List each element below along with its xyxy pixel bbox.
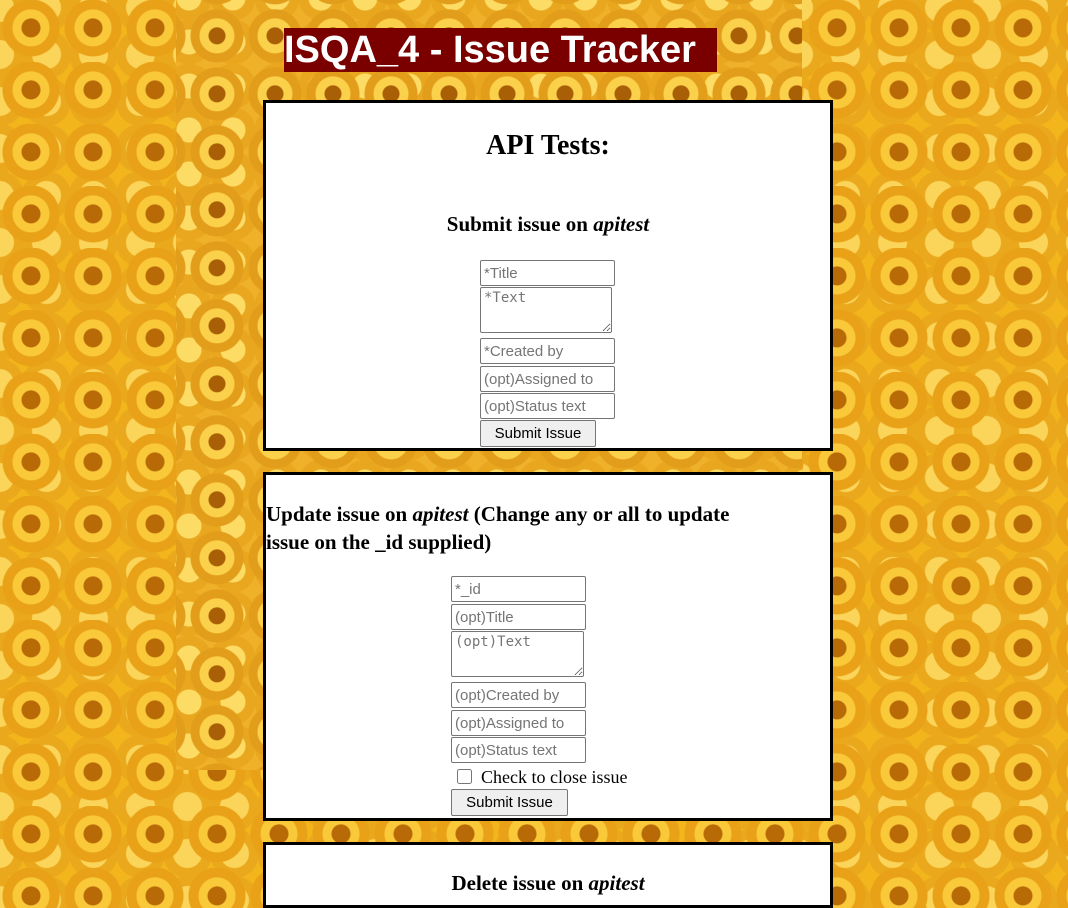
page-title: ISQA_4 - Issue Tracker: [284, 28, 717, 72]
delete-heading-project: apitest: [588, 871, 645, 895]
submit-heading-project: apitest: [593, 212, 650, 236]
update-text-textarea[interactable]: [451, 631, 584, 677]
delete-issue-panel: Delete issue on apitest: [263, 842, 833, 908]
submit-assigned-to-input[interactable]: [480, 366, 615, 392]
submit-title-input[interactable]: [480, 260, 615, 286]
update-heading: Update issue on apitest (Change any or a…: [266, 500, 826, 556]
submit-issue-panel: API Tests: Submit issue on apitest Submi…: [263, 100, 833, 451]
delete-heading-prefix: Delete issue on: [451, 871, 584, 895]
submit-status-text-input[interactable]: [480, 393, 615, 419]
update-heading-suffix-line2: issue on the _id supplied): [266, 530, 492, 554]
update-assigned-to-input[interactable]: [451, 710, 586, 736]
update-issue-panel: Update issue on apitest (Change any or a…: [263, 472, 833, 821]
submit-issue-button[interactable]: Submit Issue: [480, 420, 596, 447]
update-status-text-input[interactable]: [451, 737, 586, 763]
update-heading-prefix: Update issue on: [266, 502, 408, 526]
submit-created-by-input[interactable]: [480, 338, 615, 364]
update-issue-button[interactable]: Submit Issue: [451, 789, 568, 816]
update-heading-suffix-line1: (Change any or all to update: [473, 502, 730, 526]
submit-heading-prefix: Submit issue on: [446, 212, 588, 236]
submit-heading: Submit issue on apitest: [266, 210, 830, 238]
close-issue-checkbox[interactable]: [457, 769, 472, 784]
close-issue-label: Check to close issue: [481, 767, 628, 787]
update-title-input[interactable]: [451, 604, 586, 630]
submit-text-textarea[interactable]: [480, 287, 612, 333]
update-id-input[interactable]: [451, 576, 586, 602]
update-created-by-input[interactable]: [451, 682, 586, 708]
delete-heading: Delete issue on apitest: [266, 869, 830, 897]
update-heading-project: apitest: [412, 502, 469, 526]
api-tests-heading: API Tests:: [486, 130, 610, 161]
